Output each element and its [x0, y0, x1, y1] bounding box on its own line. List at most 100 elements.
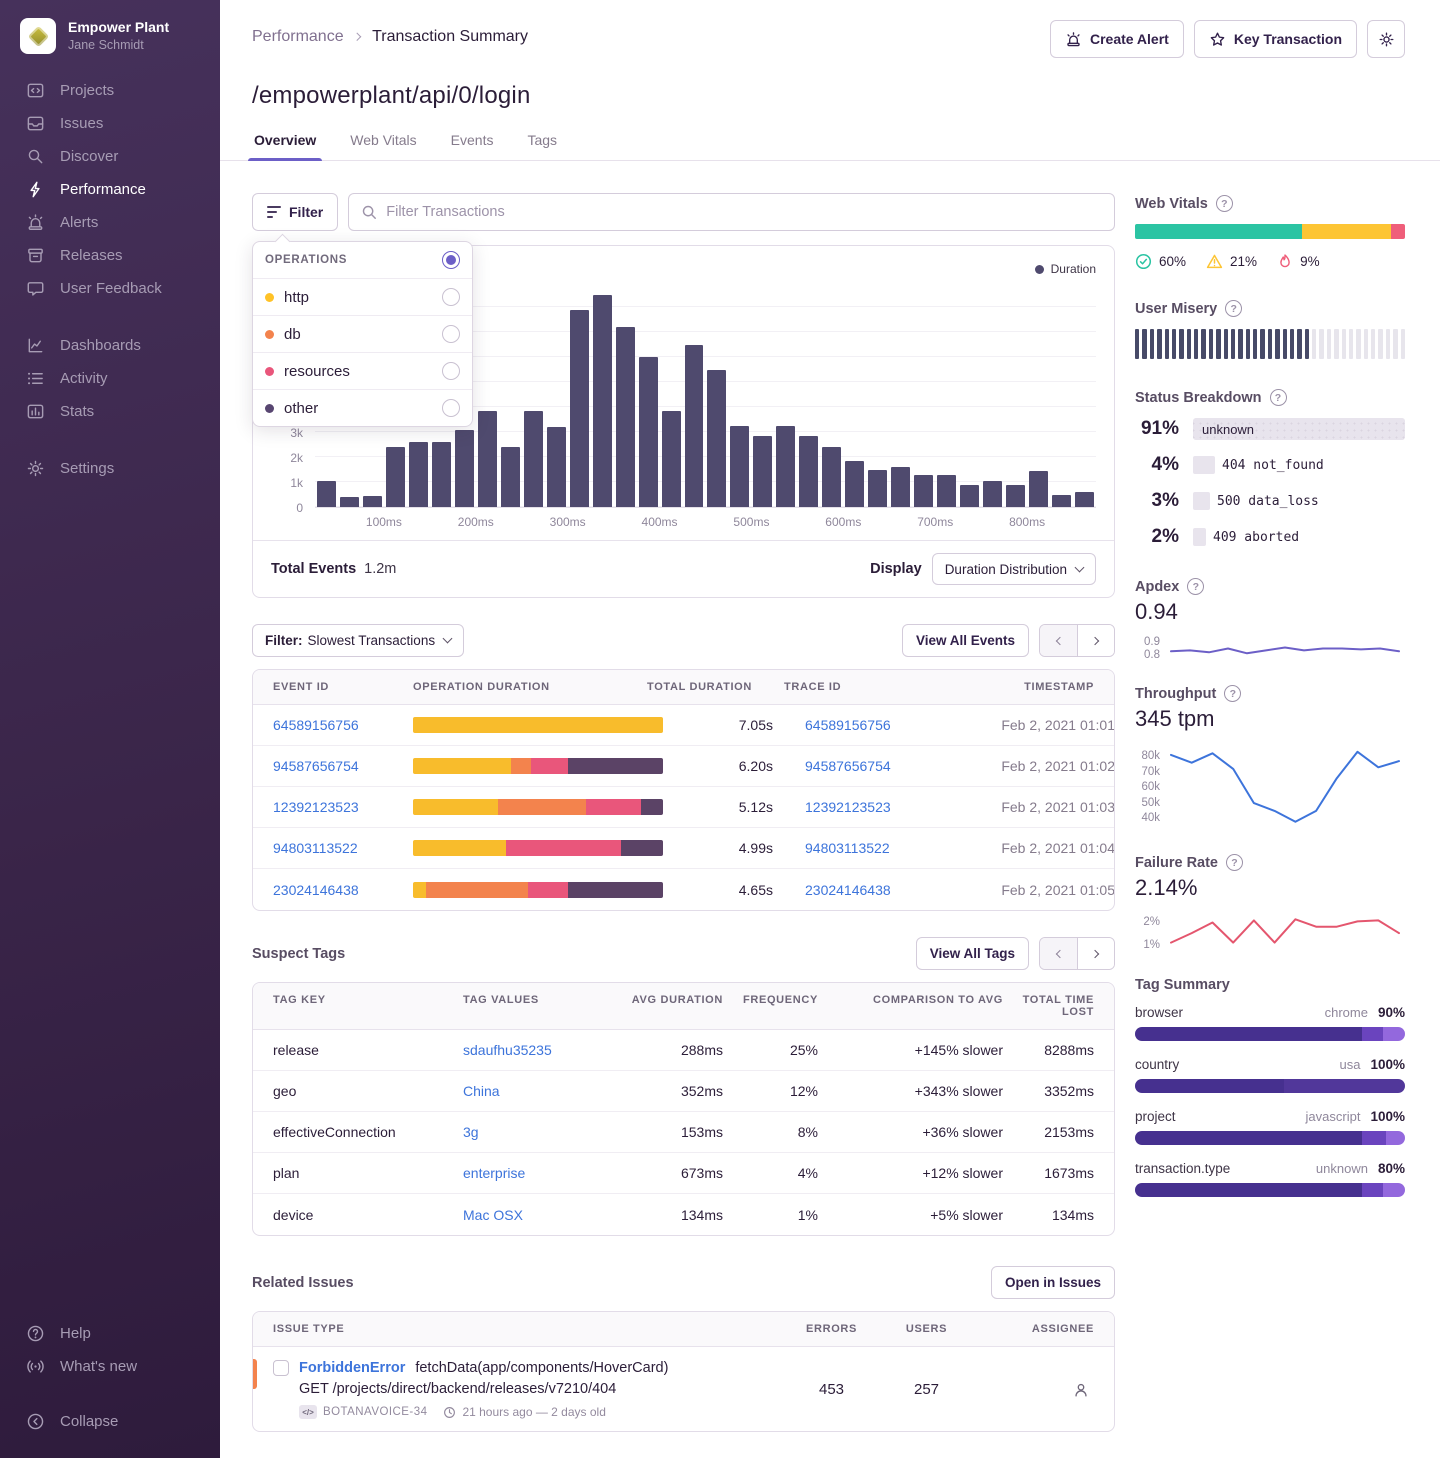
operation-option-other[interactable]: other	[253, 390, 472, 426]
sidebar-item-what-s-new[interactable]: What's new	[0, 1350, 220, 1383]
misery-tick	[1356, 329, 1360, 359]
view-all-events-button[interactable]: View All Events	[902, 624, 1029, 657]
tab-tags[interactable]: Tags	[525, 132, 559, 160]
tag-value-link[interactable]: China	[463, 1083, 500, 1099]
issue-age: 21 hours ago — 2 days old	[462, 1405, 605, 1419]
issue-checkbox[interactable]	[273, 1360, 289, 1376]
sidebar-item-stats[interactable]: Stats	[0, 395, 220, 428]
key-transaction-button[interactable]: Key Transaction	[1194, 20, 1357, 58]
tag-bar-segment	[1362, 1131, 1386, 1145]
trace-id-link[interactable]: 94803113522	[805, 840, 890, 856]
tag-avg-duration: 288ms	[623, 1042, 723, 1058]
summary-rail: Web Vitals ? 60%21%9% User Misery ? Stat…	[1135, 193, 1405, 1462]
resources-color-dot-icon	[265, 367, 274, 376]
tag-frequency: 25%	[723, 1042, 818, 1058]
tag-value-link[interactable]: enterprise	[463, 1165, 525, 1181]
tags-next-button[interactable]	[1077, 938, 1114, 969]
tab-overview[interactable]: Overview	[252, 132, 318, 160]
events-filter-select[interactable]: Filter: Slowest Transactions	[252, 624, 464, 657]
trace-id-link[interactable]: 23024146438	[805, 882, 891, 898]
histogram-bar	[914, 475, 933, 508]
help-circle-icon[interactable]: ?	[1187, 578, 1204, 595]
x-tick-label: 200ms	[458, 515, 494, 529]
tab-web-vitals[interactable]: Web Vitals	[348, 132, 418, 160]
tag-comparison: +36% slower	[818, 1124, 1003, 1140]
sidebar-item-collapse[interactable]: Collapse	[0, 1405, 220, 1438]
sidebar-item-help[interactable]: Help	[0, 1317, 220, 1350]
operation-radio[interactable]	[442, 362, 460, 380]
issue-type-link[interactable]: ForbiddenError	[299, 1360, 405, 1376]
operation-radio[interactable]	[442, 288, 460, 306]
sidebar-item-projects[interactable]: Projects	[0, 74, 220, 107]
tags-prev-button[interactable]	[1040, 938, 1077, 969]
status-code-label: 404 not_found	[1222, 458, 1324, 473]
spark-y-label: 70k	[1141, 766, 1160, 778]
search-input[interactable]	[386, 204, 1102, 220]
event-id-link[interactable]: 64589156756	[273, 717, 359, 733]
tag-frequency: 12%	[723, 1083, 818, 1099]
assignee-button[interactable]	[1068, 1377, 1094, 1403]
sidebar-item-performance[interactable]: Performance	[0, 173, 220, 206]
trace-id-link[interactable]: 64589156756	[805, 717, 891, 733]
operations-all-radio[interactable]	[442, 251, 460, 269]
operation-option-resources[interactable]: resources	[253, 353, 472, 390]
sidebar-item-dashboards[interactable]: Dashboards	[0, 329, 220, 362]
tab-events[interactable]: Events	[449, 132, 496, 160]
event-id-link[interactable]: 12392123523	[273, 799, 359, 815]
event-id-link[interactable]: 94803113522	[273, 840, 358, 856]
help-circle-icon[interactable]: ?	[1270, 389, 1287, 406]
sidebar-item-alerts[interactable]: Alerts	[0, 206, 220, 239]
operation-radio[interactable]	[442, 325, 460, 343]
event-id-link[interactable]: 23024146438	[273, 882, 359, 898]
events-next-button[interactable]	[1077, 625, 1114, 656]
tag-summary-bar	[1135, 1079, 1405, 1093]
misery-tick	[1268, 329, 1272, 359]
operation-option-http[interactable]: http	[253, 279, 472, 316]
help-circle-icon[interactable]: ?	[1226, 854, 1243, 871]
fire-icon	[1277, 253, 1293, 270]
sidebar-item-settings[interactable]: Settings	[0, 452, 220, 485]
histogram-bar	[639, 357, 658, 507]
filter-button[interactable]: Filter	[252, 193, 338, 231]
events-prev-button[interactable]	[1040, 625, 1077, 656]
tag-value-link[interactable]: sdaufhu35235	[463, 1042, 552, 1058]
breadcrumb-parent[interactable]: Performance	[252, 28, 344, 46]
trace-id-link[interactable]: 12392123523	[805, 799, 891, 815]
page-title: /empowerplant/api/0/login	[252, 82, 1405, 110]
operation-segment	[413, 799, 498, 815]
tag-summary-row: transaction.typeunknown80%	[1135, 1161, 1405, 1197]
help-circle-icon[interactable]: ?	[1224, 685, 1241, 702]
sidebar-item-user-feedback[interactable]: User Feedback	[0, 272, 220, 305]
sidebar-item-discover[interactable]: Discover	[0, 140, 220, 173]
tag-value-link[interactable]: Mac OSX	[463, 1207, 523, 1223]
org-switcher[interactable]: Empower Plant Jane Schmidt	[0, 18, 220, 54]
tag-value-link[interactable]: 3g	[463, 1124, 479, 1140]
operation-radio[interactable]	[442, 399, 460, 417]
operations-dropdown-header[interactable]: OPERATIONS	[253, 242, 472, 279]
sidebar-item-activity[interactable]: Activity	[0, 362, 220, 395]
settings-gear-button[interactable]	[1367, 20, 1405, 58]
suspect-tag-row: planenterprise673ms4%+12% slower1673ms	[253, 1153, 1114, 1194]
help-circle-icon[interactable]: ?	[1216, 195, 1233, 212]
web-vitals-stat: 21%	[1206, 253, 1257, 270]
tag-bar-segment	[1386, 1131, 1405, 1145]
trace-id-link[interactable]: 94587656754	[805, 758, 891, 774]
sidebar-item-issues[interactable]: Issues	[0, 107, 220, 140]
event-timestamp: Feb 2, 2021 01:01	[955, 717, 1115, 733]
tag-key: geo	[273, 1083, 463, 1099]
discover-icon	[26, 147, 45, 166]
tag-summary-percent: 90%	[1378, 1005, 1405, 1020]
sidebar-item-releases[interactable]: Releases	[0, 239, 220, 272]
throughput-section: Throughput ? 345 tpm 80k70k60k50k40k	[1135, 685, 1405, 830]
event-id-link[interactable]: 94587656754	[273, 758, 359, 774]
open-in-issues-button[interactable]: Open in Issues	[991, 1266, 1115, 1299]
event-row: 945876567546.20s94587656754Feb 2, 2021 0…	[253, 746, 1114, 787]
create-alert-button[interactable]: Create Alert	[1050, 20, 1184, 58]
view-all-tags-button[interactable]: View All Tags	[916, 937, 1029, 970]
operation-option-label: http	[284, 289, 442, 306]
operation-option-db[interactable]: db	[253, 316, 472, 353]
operation-segment	[426, 882, 529, 898]
help-circle-icon[interactable]: ?	[1225, 300, 1242, 317]
operation-segment	[586, 799, 641, 815]
display-select[interactable]: Duration Distribution	[932, 553, 1096, 585]
